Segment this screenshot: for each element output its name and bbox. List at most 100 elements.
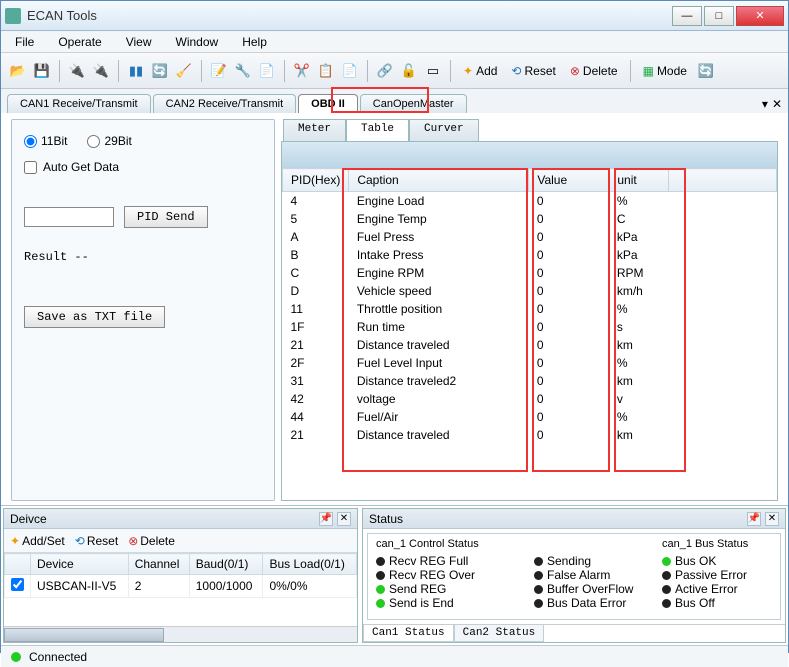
device-addset-button[interactable]: ✦Add/Set [10,534,65,548]
table-row[interactable]: 31Distance traveled20km [283,372,777,390]
dev-th-channel[interactable]: Channel [128,554,189,575]
link-icon[interactable]: 🔗 [375,61,395,81]
table-row[interactable]: 44Fuel/Air0% [283,408,777,426]
table-row[interactable]: 11Throttle position0% [283,300,777,318]
paste-icon[interactable]: 📄 [340,61,360,81]
menu-help[interactable]: Help [232,33,277,51]
table-row[interactable]: 42voltage0v [283,390,777,408]
clear-icon[interactable]: 🧹 [174,61,194,81]
menu-operate[interactable]: Operate [48,33,111,51]
device-scrollbar[interactable] [4,626,357,642]
tabmenu-dropdown-icon[interactable]: ▾ [762,97,768,111]
radio-11bit[interactable]: 11Bit [24,134,67,148]
status-dot-icon [534,585,543,594]
mode-button[interactable]: ▦Mode [637,62,693,80]
menu-window[interactable]: Window [166,33,229,51]
obd-table: PID(Hex) Caption Value unit 4Engine Load… [282,168,777,444]
save-txt-button[interactable]: Save as TXT file [24,306,165,328]
dev-th-baud[interactable]: Baud(0/1) [189,554,263,575]
table-row[interactable]: CEngine RPM0RPM [283,264,777,282]
table-row[interactable]: 1FRun time0s [283,318,777,336]
table-row[interactable]: 5Engine Temp0C [283,210,777,228]
table-row[interactable]: DVehicle speed0km/h [283,282,777,300]
status-dot-icon [376,599,385,608]
add-button[interactable]: ✦Add [457,62,503,80]
tab-canopen[interactable]: CanOpenMaster [360,94,467,113]
pid-input[interactable] [24,207,114,227]
device-del-icon[interactable]: 🔌 [91,61,111,81]
pause-icon[interactable]: ▮▮ [126,61,146,81]
status-item: Bus Off [662,596,772,610]
tab-can1[interactable]: CAN1 Receive/Transmit [7,94,151,113]
panel-close-icon[interactable]: ✕ [337,512,351,526]
th-pid[interactable]: PID(Hex) [283,169,349,192]
toolbar: 📂 💾 🔌 🔌 ▮▮ 🔄 🧹 📝 🔧 📄 ✂️ 📋 📄 🔗 🔓 ▭ ✦Add ⟲… [1,53,788,89]
status-item: Bus Data Error [534,596,654,610]
close-button[interactable]: ✕ [736,6,784,26]
refresh2-icon[interactable]: 🔄 [696,61,716,81]
device-row[interactable]: USBCAN-II-V5 2 1000/1000 0%/0% [5,575,357,598]
status-item: False Alarm [534,568,654,582]
status-item: Bus OK [662,554,772,568]
status-item: Active Error [662,582,772,596]
device-reset-button[interactable]: ⟲Reset [75,534,118,548]
tools-icon[interactable]: 🔧 [233,61,253,81]
device-add-icon[interactable]: 🔌 [67,61,87,81]
edit-icon[interactable]: 📝 [209,61,229,81]
th-caption[interactable]: Caption [349,169,529,192]
maximize-button[interactable]: □ [704,6,734,26]
status-item: Recv REG Full [376,554,526,568]
subtab-curver[interactable]: Curver [409,119,479,141]
pid-send-button[interactable]: PID Send [124,206,208,228]
status-item: Send REG [376,582,526,596]
status-tab-can1[interactable]: Can1 Status [363,625,454,642]
dev-th-device[interactable]: Device [31,554,129,575]
th-value[interactable]: Value [529,169,609,192]
unlink-icon[interactable]: 🔓 [399,61,419,81]
status-dot-icon [534,599,543,608]
status-tab-can2[interactable]: Can2 Status [454,625,545,642]
status-item: Send is End [376,596,526,610]
table-row[interactable]: 4Engine Load0% [283,192,777,210]
status-dot-icon [534,557,543,566]
minimize-button[interactable]: — [672,6,702,26]
subtab-meter[interactable]: Meter [283,119,346,141]
title-bar: ECAN Tools — □ ✕ [1,1,788,31]
delete-button[interactable]: ⊗Delete [564,62,624,80]
status-dot-icon [662,571,671,580]
menu-file[interactable]: File [5,33,44,51]
window-title: ECAN Tools [27,8,672,23]
auto-get-checkbox[interactable]: Auto Get Data [24,160,262,174]
cut-icon[interactable]: ✂️ [292,61,312,81]
table-row[interactable]: BIntake Press0kPa [283,246,777,264]
pin-icon[interactable]: 📌 [319,512,333,526]
radio-29bit[interactable]: 29Bit [87,134,131,148]
window-icon[interactable]: ▭ [423,61,443,81]
table-row[interactable]: 21Distance traveled0km [283,336,777,354]
obd-control-panel: 11Bit 29Bit Auto Get Data PID Send Resul… [11,119,275,501]
panel-close-icon[interactable]: ✕ [765,512,779,526]
th-unit[interactable]: unit [609,169,669,192]
reset-button[interactable]: ⟲Reset [505,62,561,80]
connection-status: Connected [29,650,87,664]
device-panel: Deivce 📌 ✕ ✦Add/Set ⟲Reset ⊗Delete Devic… [3,508,358,643]
table-row[interactable]: 2FFuel Level Input0% [283,354,777,372]
pin-icon[interactable]: 📌 [747,512,761,526]
tab-obd[interactable]: OBD II [298,94,358,113]
device-row-checkbox[interactable] [11,578,24,591]
refresh-icon[interactable]: 🔄 [150,61,170,81]
copy-icon[interactable]: 📋 [316,61,336,81]
table-row[interactable]: AFuel Press0kPa [283,228,777,246]
open-icon[interactable]: 📂 [8,61,28,81]
save-icon[interactable]: 💾 [32,61,52,81]
prefs-icon[interactable]: 📄 [257,61,277,81]
tab-can2[interactable]: CAN2 Receive/Transmit [153,94,297,113]
status-item: Sending [534,554,654,568]
table-row[interactable]: 21Distance traveled0km [283,426,777,444]
tab-close-icon[interactable]: ✕ [772,97,782,111]
menu-view[interactable]: View [116,33,162,51]
status-item: Buffer OverFlow [534,582,654,596]
dev-th-busload[interactable]: Bus Load(0/1) [263,554,357,575]
device-delete-button[interactable]: ⊗Delete [128,534,175,548]
subtab-table[interactable]: Table [346,119,409,141]
